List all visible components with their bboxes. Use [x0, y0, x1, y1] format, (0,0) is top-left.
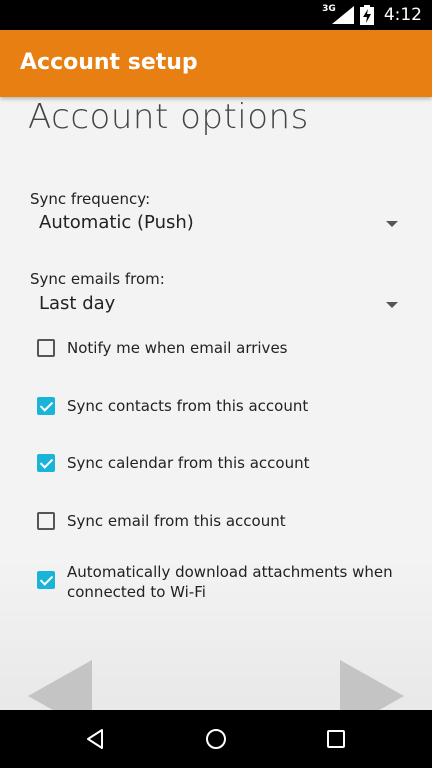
- app-title: Account setup: [20, 50, 198, 75]
- screen: 3G 4:12 Account setup Account options Sy…: [0, 0, 432, 768]
- network-type-label: 3G: [322, 4, 336, 14]
- app-bar: Account setup: [0, 30, 432, 97]
- recents-icon[interactable]: [324, 727, 348, 751]
- sync-emails-from-label: Sync emails from:: [30, 270, 165, 288]
- option-notify-email[interactable]: Notify me when email arrives: [37, 339, 407, 358]
- checkbox-checked[interactable]: [37, 571, 55, 589]
- option-label: Notify me when email arrives: [67, 339, 288, 357]
- option-label: Sync email from this account: [67, 512, 286, 530]
- status-icons: 3G 4:12: [322, 0, 422, 30]
- clock: 4:12: [383, 5, 422, 25]
- checkbox-checked[interactable]: [37, 397, 55, 415]
- sync-emails-from-spinner[interactable]: Last day: [30, 289, 402, 321]
- option-label: Automatically download attachments when …: [67, 563, 393, 601]
- option-sync-contacts[interactable]: Sync contacts from this account: [37, 397, 407, 416]
- page-heading: Account options: [28, 97, 309, 137]
- option-label: Sync calendar from this account: [67, 454, 310, 472]
- home-icon[interactable]: [204, 727, 228, 751]
- navigation-bar: [0, 710, 432, 768]
- status-bar: 3G 4:12: [0, 0, 432, 30]
- sync-frequency-value: Automatic (Push): [39, 212, 194, 233]
- dropdown-arrow-icon: [386, 302, 398, 308]
- option-sync-calendar[interactable]: Sync calendar from this account: [37, 454, 407, 473]
- sync-frequency-label: Sync frequency:: [30, 190, 151, 208]
- option-sync-email[interactable]: Sync email from this account: [37, 512, 407, 531]
- checkbox-unchecked[interactable]: [37, 512, 55, 530]
- checkbox-unchecked[interactable]: [37, 339, 55, 357]
- dropdown-arrow-icon: [386, 221, 398, 227]
- battery-charging-icon: [359, 5, 374, 25]
- option-auto-download[interactable]: Automatically download attachments when …: [37, 563, 407, 602]
- option-label: Sync contacts from this account: [67, 397, 309, 415]
- sync-emails-from-value: Last day: [39, 293, 116, 314]
- checkbox-checked[interactable]: [37, 454, 55, 472]
- sync-frequency-spinner[interactable]: Automatic (Push): [30, 208, 402, 240]
- back-icon[interactable]: [84, 727, 108, 751]
